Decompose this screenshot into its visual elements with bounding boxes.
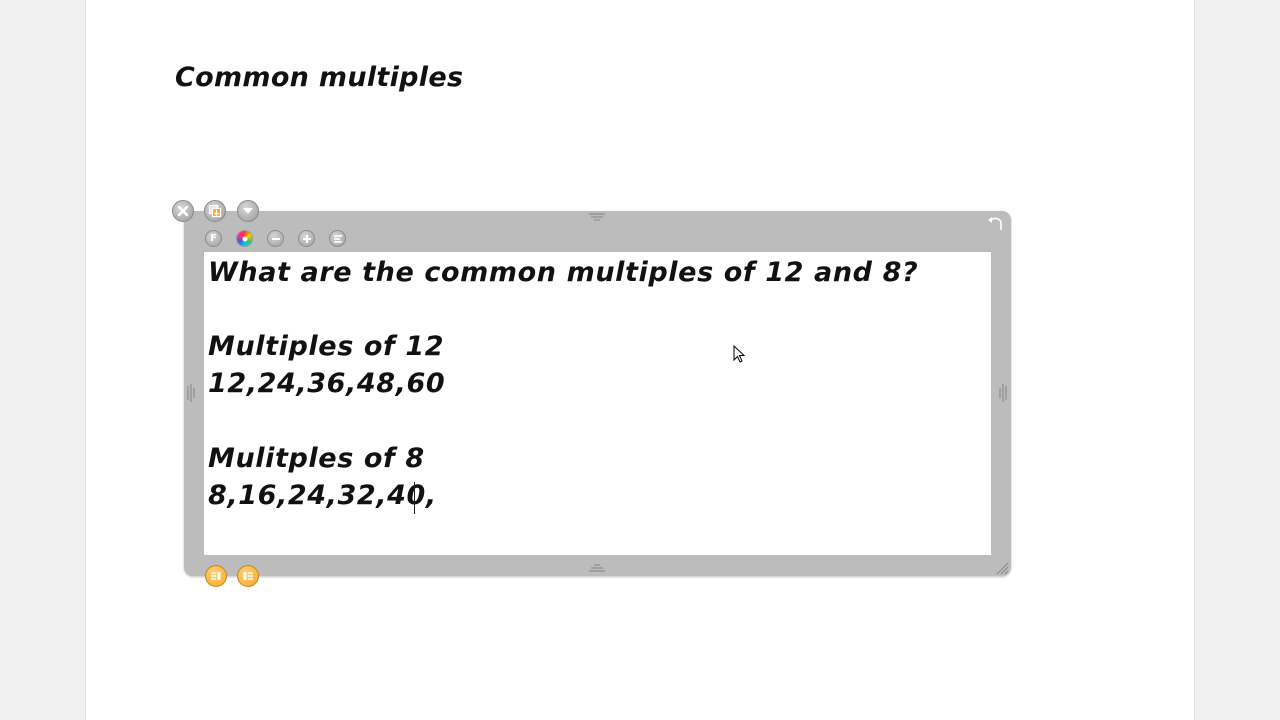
top-resize-handle[interactable] bbox=[587, 211, 607, 223]
question-text: What are the common multiples of 12 and … bbox=[208, 257, 919, 288]
font-button[interactable]: F bbox=[205, 230, 222, 247]
color-button[interactable] bbox=[236, 230, 253, 247]
bring-forward-button[interactable] bbox=[237, 565, 259, 587]
font-icon: F bbox=[210, 233, 217, 244]
menu-button[interactable] bbox=[237, 200, 259, 222]
align-icon bbox=[333, 234, 342, 243]
plus-icon bbox=[302, 234, 311, 243]
layer-backward-icon bbox=[211, 572, 221, 580]
multiples-8-heading: Mulitples of 8 bbox=[208, 443, 425, 474]
color-wheel-icon bbox=[242, 236, 247, 241]
send-backward-button[interactable] bbox=[205, 565, 227, 587]
bottom-resize-handle[interactable] bbox=[587, 562, 607, 574]
decrease-size-button[interactable] bbox=[267, 230, 284, 247]
mouse-pointer-icon bbox=[733, 345, 746, 363]
layer-forward-icon bbox=[243, 572, 253, 580]
close-icon bbox=[177, 205, 189, 217]
resize-corner-icon[interactable] bbox=[994, 560, 1010, 576]
page-title: Common multiples bbox=[175, 62, 464, 93]
right-resize-handle[interactable] bbox=[997, 382, 1009, 404]
dropdown-arrow-icon bbox=[243, 208, 253, 214]
align-button[interactable] bbox=[329, 230, 346, 247]
duplicate-icon bbox=[208, 204, 222, 218]
minus-icon bbox=[271, 237, 280, 240]
multiples-12-heading: Multiples of 12 bbox=[208, 331, 445, 362]
text-caret bbox=[414, 482, 415, 514]
rotate-icon[interactable] bbox=[986, 214, 1006, 232]
increase-size-button[interactable] bbox=[298, 230, 315, 247]
left-resize-handle[interactable] bbox=[185, 382, 197, 404]
multiples-8-values: 8,16,24,32,40, bbox=[208, 480, 437, 511]
duplicate-button[interactable] bbox=[204, 200, 226, 222]
multiples-12-values: 12,24,36,48,60 bbox=[208, 368, 446, 399]
close-button[interactable] bbox=[172, 200, 194, 222]
